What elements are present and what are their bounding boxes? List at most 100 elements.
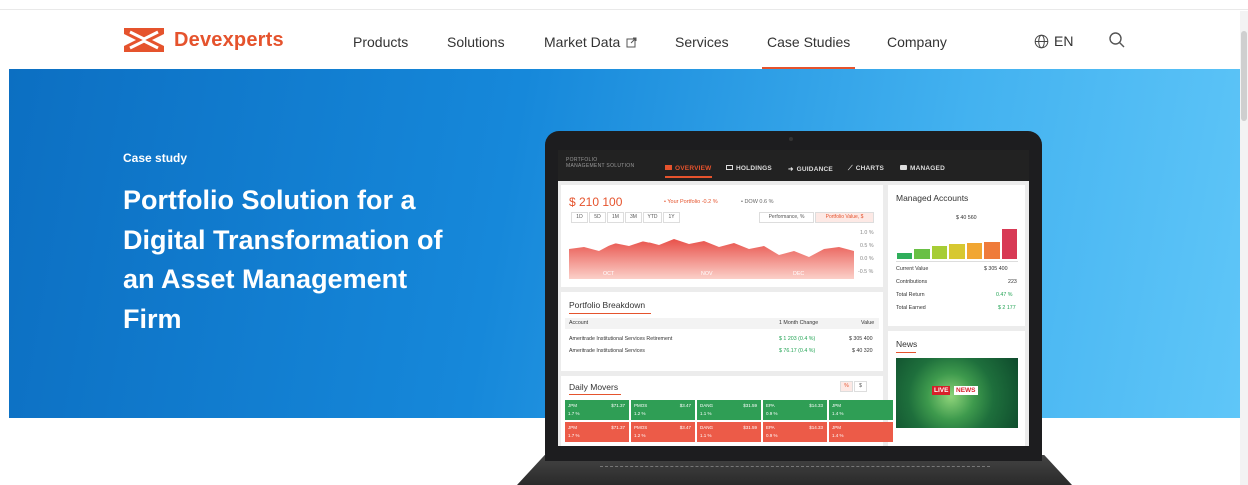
daily-movers-card: Daily Movers % $ JPM $71.37 1.7 % PMOS $3.47… [561,376,893,446]
y-tick-4: -0.5 % [858,269,874,275]
movers-title: Daily Movers [569,382,619,392]
managed-accounts-card: Managed Accounts $ 40 560 Current Value … [888,185,1025,326]
nav-solutions[interactable]: Solutions [447,34,505,50]
app-tab-overview[interactable]: OVERVIEW [665,165,712,178]
page: Devexperts Products Solutions Market Dat… [0,0,1248,485]
site-header: Devexperts Products Solutions Market Dat… [0,11,1240,70]
mover-symbol: JPM [832,425,841,430]
up-mover-tile[interactable]: JPM $71.37 1.7 % [565,400,629,420]
managed-divider [896,261,1018,262]
managed-row-label-1: Current Value [896,266,929,272]
legend-portfolio: • Your Portfolio -0.2 % [664,199,718,205]
managed-bar [931,246,948,259]
mover-symbol: JPM [832,403,841,408]
managed-row-value-1: $ 305 400 [984,266,1008,272]
period-5d[interactable]: 5D [589,212,606,223]
mover-change: 1.7 % [568,433,580,438]
logo[interactable]: Devexperts [122,26,284,54]
managed-bar [1001,228,1017,259]
y-tick-3: 0.0 % [860,256,874,262]
managed-row-value-2: 223 [1008,279,1017,285]
mover-price: $31.59 [743,403,757,408]
down-mover-tile[interactable]: JPM 1.4 % [829,422,893,442]
x-tick-nov: NOV [701,271,713,277]
mover-symbol: DANG [700,425,714,430]
managed-row-value-4: $ 2 177 [998,305,1016,311]
toggle-portfolio-value[interactable]: Portfolio Value, $ [815,212,874,223]
nav-company[interactable]: Company [887,34,947,50]
period-3m[interactable]: 3M [625,212,642,223]
up-mover-tile[interactable]: EPA $14.33 0.9 % [763,400,827,420]
breakdown-account-1[interactable]: Ameritrade Institutional Services Retire… [569,336,672,342]
app-tab-overview-label: OVERVIEW [675,165,712,172]
breakdown-account-2[interactable]: Ameritrade Institutional Services [569,348,645,354]
period-1y[interactable]: 1Y [663,212,680,223]
news-underline [896,352,916,353]
nav-case-studies[interactable]: Case Studies [761,34,856,70]
news-card: News LIVE NEWS [888,331,1025,446]
page-scrollbar[interactable] [1240,11,1248,485]
mover-price: $71.37 [611,425,625,430]
mover-symbol: PMOS [634,425,648,430]
nav-products[interactable]: Products [353,34,408,50]
app-tab-charts[interactable]: ⟋ CHARTS [848,165,884,173]
app-tab-holdings[interactable]: HOLDINGS [726,165,772,172]
breakdown-title: Portfolio Breakdown [569,300,646,310]
breakdown-header-row [565,318,879,329]
managed-row-value-3: 0.47 % [996,292,1013,298]
managed-bar [949,243,965,259]
mover-change: 1.1 % [700,411,712,416]
scrollbar-thumb[interactable] [1241,31,1247,121]
managed-title: Managed Accounts [896,193,969,203]
down-mover-tile[interactable]: JPM $71.37 1.7 % [565,422,629,442]
language-selector[interactable]: EN [1034,33,1073,49]
mover-change: 1.2 % [634,433,646,438]
hero-title: Portfolio Solution for a Digital Transfo… [123,185,443,334]
managed-bar [984,242,1000,259]
charts-icon: ⟋ [848,165,853,172]
managed-bar [897,253,913,259]
breakdown-change-2: $ 76.17 (0.4 %) [779,348,816,354]
news-image[interactable]: LIVE NEWS [896,358,1018,428]
app-nav: PORTFOLIO MANAGEMENT SOLUTION OVERVIEW H… [558,150,1029,181]
col-change: 1 Month Change [779,320,819,326]
browser-top-strip [0,0,1248,10]
nav-services[interactable]: Services [675,34,729,50]
period-1m[interactable]: 1M [607,212,624,223]
managed-bar-chart [896,223,1018,259]
news-title: News [896,339,918,349]
mover-symbol: EPA [766,425,775,430]
movers-toggle-pct[interactable]: % [840,381,853,392]
col-account: Account [569,320,589,326]
mover-change: 0.9 % [766,433,778,438]
mover-change: 1.1 % [700,433,712,438]
x-tick-dec: DEC [793,271,805,277]
down-mover-tile[interactable]: EPA $14.33 0.9 % [763,422,827,442]
mover-symbol: DANG [700,403,714,408]
up-mover-tile[interactable]: PMOS $3.47 1.2 % [631,400,695,420]
period-1d[interactable]: 1D [571,212,588,223]
period-ytd[interactable]: YTD [643,212,662,223]
managed-chart-value: $ 40 560 [956,215,977,221]
legend-dow: • DOW 0.6 % [741,199,774,205]
up-mover-tile[interactable]: JPM 1.4 % [829,400,893,420]
app-tab-managed[interactable]: MANAGED [900,165,945,172]
external-link-icon [626,37,637,48]
laptop-keyboard [600,466,990,468]
movers-toggle-dollar[interactable]: $ [854,381,867,392]
movers-underline [569,394,621,395]
mover-price: $71.37 [611,403,625,408]
holdings-icon [726,165,733,170]
app-tab-guidance[interactable]: ➜ GUIDANCE [788,165,833,173]
search-icon[interactable] [1108,31,1126,49]
down-mover-tile[interactable]: PMOS $3.47 1.2 % [631,422,695,442]
y-tick-1: 1.0 % [860,230,874,236]
managed-row-label-2: Contributions [896,279,928,285]
nav-market-data[interactable]: Market Data [544,34,637,50]
mover-symbol: EPA [766,403,775,408]
up-mover-tile[interactable]: DANG $31.59 1.1 % [697,400,761,420]
col-value: Value [861,320,875,326]
toggle-performance[interactable]: Performance, % [759,212,814,223]
app-brand: PORTFOLIO MANAGEMENT SOLUTION [566,157,634,169]
down-mover-tile[interactable]: DANG $31.59 1.1 % [697,422,761,442]
